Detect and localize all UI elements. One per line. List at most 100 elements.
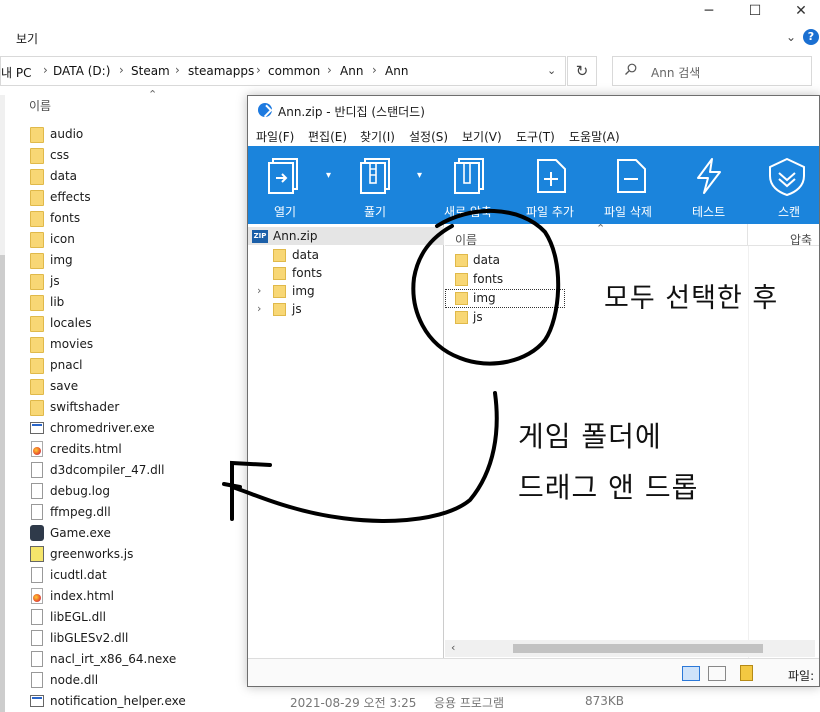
breadcrumb-item[interactable]: common: [268, 64, 320, 78]
menu-tools[interactable]: 도구(T): [516, 128, 555, 145]
open-button[interactable]: 열기: [248, 146, 323, 224]
file-name: save: [50, 379, 79, 393]
folder-icon: [455, 273, 468, 286]
column-header-compressed[interactable]: 압축: [790, 231, 812, 248]
chevron-right-icon[interactable]: ›: [257, 284, 261, 297]
status-text: 파일: 3: [788, 669, 815, 686]
add-file-button[interactable]: 파일 추가: [518, 146, 593, 224]
details-view-icon[interactable]: [682, 666, 700, 681]
breadcrumb-separator-icon[interactable]: ›: [175, 63, 180, 77]
delete-file-label: 파일 삭제: [604, 205, 652, 219]
breadcrumb-separator-icon[interactable]: ›: [256, 63, 261, 77]
menu-settings[interactable]: 설정(S): [409, 128, 448, 145]
chevron-left-icon[interactable]: ‹: [451, 641, 455, 654]
file-name: Game.exe: [50, 526, 111, 540]
tree-item-label: fonts: [292, 266, 323, 280]
explorer-menubar: 보기 ⌄ ?: [0, 24, 820, 50]
search-placeholder: Ann 검색: [651, 66, 701, 80]
chevron-down-icon[interactable]: ▾: [326, 170, 331, 181]
scan-button[interactable]: 스캔: [753, 146, 819, 224]
column-divider[interactable]: [747, 224, 748, 246]
search-icon: [625, 63, 637, 75]
column-header-name[interactable]: 이름: [455, 231, 477, 248]
file-name: libGLESv2.dll: [50, 631, 129, 645]
folder-icon: [30, 211, 44, 227]
chevron-right-icon[interactable]: ›: [257, 302, 261, 315]
breadcrumb-item[interactable]: Ann: [385, 64, 408, 78]
tree-item[interactable]: data: [248, 246, 444, 264]
folder-icon: [30, 337, 44, 353]
file-name: audio: [50, 127, 84, 141]
chevron-down-icon[interactable]: ▾: [417, 170, 422, 181]
tree-item[interactable]: fonts: [248, 264, 444, 282]
scrollbar[interactable]: [0, 95, 5, 712]
breadcrumb-item[interactable]: steamapps: [188, 64, 254, 78]
file-name: img: [50, 253, 73, 267]
extract-button[interactable]: 풀기: [348, 146, 423, 224]
help-icon[interactable]: ?: [803, 29, 819, 45]
exe-icon: [30, 695, 44, 707]
new-archive-button[interactable]: 새로 압축: [438, 146, 513, 224]
menu-edit[interactable]: 편집(E): [308, 128, 347, 145]
folder-icon: [30, 127, 44, 143]
chevron-down-icon[interactable]: ⌄: [547, 64, 556, 77]
file-name: lib: [50, 295, 65, 309]
tree-item[interactable]: › js: [248, 300, 444, 318]
close-icon[interactable]: ✕: [778, 0, 820, 22]
breadcrumb-item[interactable]: Steam: [131, 64, 170, 78]
dll-icon: [31, 630, 43, 646]
list-item-label: fonts: [473, 272, 504, 286]
breadcrumb-separator-icon[interactable]: ›: [372, 63, 377, 77]
tree-root-label: Ann.zip: [273, 229, 318, 243]
column-header-name[interactable]: 이름: [29, 97, 51, 114]
file-name: ffmpeg.dll: [50, 505, 111, 519]
tree-item[interactable]: › img: [248, 282, 444, 300]
breadcrumb-separator-icon[interactable]: ›: [43, 63, 48, 77]
folder-icon: [30, 274, 44, 290]
menu-help[interactable]: 도움말(A): [569, 128, 620, 145]
delete-file-button[interactable]: 파일 삭제: [598, 146, 673, 224]
minimize-icon[interactable]: ─: [686, 0, 732, 22]
scrollbar-thumb[interactable]: [513, 644, 763, 653]
breadcrumb-item[interactable]: DATA (D:): [53, 64, 110, 78]
folder-icon: [455, 254, 468, 267]
address-bar[interactable]: 내 PC › DATA (D:) › Steam › steamapps › c…: [0, 56, 566, 86]
new-archive-label: 새로 압축: [444, 205, 492, 219]
list-item-label: js: [473, 310, 483, 324]
bandizip-menubar: 파일(F) 편집(E) 찾기(I) 설정(S) 보기(V) 도구(T) 도움말(…: [248, 124, 819, 146]
tree-item-label: img: [292, 284, 315, 298]
list-view-icon[interactable]: [708, 666, 726, 681]
folder-icon: [30, 253, 44, 269]
menu-view[interactable]: 보기(V): [462, 128, 502, 145]
tree-item-label: js: [292, 302, 302, 316]
search-input[interactable]: Ann 검색: [612, 56, 812, 86]
file-name: locales: [50, 316, 92, 330]
file-name: fonts: [50, 211, 81, 225]
tree-root[interactable]: ZIP Ann.zip: [248, 227, 444, 245]
refresh-button[interactable]: ↻: [567, 56, 597, 86]
breadcrumb-item[interactable]: 내 PC: [1, 64, 31, 81]
test-button[interactable]: 테스트: [678, 146, 743, 224]
horizontal-scrollbar[interactable]: ‹: [445, 640, 815, 657]
dll-icon: [31, 672, 43, 688]
chevron-down-icon[interactable]: ⌄: [786, 30, 796, 44]
scrollbar-thumb[interactable]: [0, 255, 5, 712]
file-name: libEGL.dll: [50, 610, 106, 624]
file-name: swiftshader: [50, 400, 120, 414]
scan-label: 스캔: [778, 205, 801, 219]
extract-icon: [360, 158, 390, 194]
breadcrumb-separator-icon[interactable]: ›: [119, 63, 124, 77]
folder-icon[interactable]: [740, 665, 753, 681]
list-item[interactable]: img: [445, 289, 565, 308]
menu-file[interactable]: 파일(F): [256, 128, 294, 145]
folder-icon: [455, 311, 468, 324]
menu-view[interactable]: 보기: [16, 30, 38, 47]
folder-icon: [455, 292, 468, 305]
maximize-icon[interactable]: ☐: [732, 0, 778, 22]
list-item[interactable]: data: [445, 251, 819, 270]
document-icon: [31, 651, 43, 667]
file-name: js: [50, 274, 60, 288]
menu-find[interactable]: 찾기(I): [360, 128, 395, 145]
breadcrumb-separator-icon[interactable]: ›: [327, 63, 332, 77]
breadcrumb-item[interactable]: Ann: [340, 64, 363, 78]
